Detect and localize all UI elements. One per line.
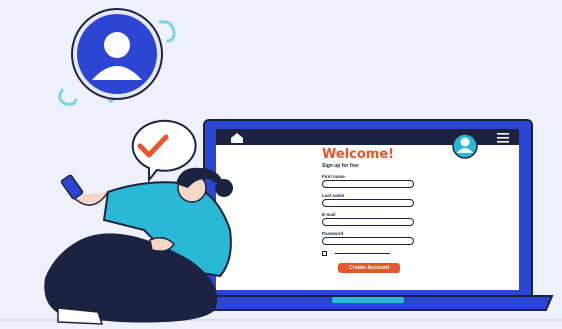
terms-checkbox[interactable] bbox=[322, 251, 327, 256]
profile-icon bbox=[452, 133, 478, 159]
signup-illustration bbox=[0, 8, 562, 325]
hamburger-menu-icon bbox=[497, 133, 509, 143]
decor-swirl-icon bbox=[158, 20, 176, 43]
laptop-trackpad bbox=[332, 297, 404, 303]
create-account-button[interactable]: Create Account bbox=[338, 263, 400, 273]
person-sitting bbox=[44, 167, 233, 325]
terms-row bbox=[322, 251, 422, 256]
password-label: Password bbox=[322, 231, 344, 236]
password-field[interactable] bbox=[322, 237, 414, 245]
email-field[interactable] bbox=[322, 218, 414, 226]
decor-swirl-icon bbox=[58, 88, 78, 106]
last-name-field[interactable] bbox=[322, 199, 414, 207]
hair-bun bbox=[215, 179, 233, 197]
user-avatar-icon bbox=[71, 8, 163, 100]
illustration: Welcome! Sign up for free First name Las… bbox=[0, 0, 562, 329]
last-name-label: Last name bbox=[322, 193, 345, 198]
first-name-label: First name bbox=[322, 174, 345, 179]
terms-text-line bbox=[335, 252, 390, 255]
signup-subtitle: Sign up for free bbox=[322, 163, 359, 169]
email-label: E-mail bbox=[322, 212, 336, 217]
phone bbox=[60, 174, 84, 200]
first-name-field[interactable] bbox=[322, 180, 414, 188]
welcome-title: Welcome! bbox=[322, 147, 395, 162]
signup-form: Welcome! Sign up for free First name Las… bbox=[322, 148, 422, 273]
